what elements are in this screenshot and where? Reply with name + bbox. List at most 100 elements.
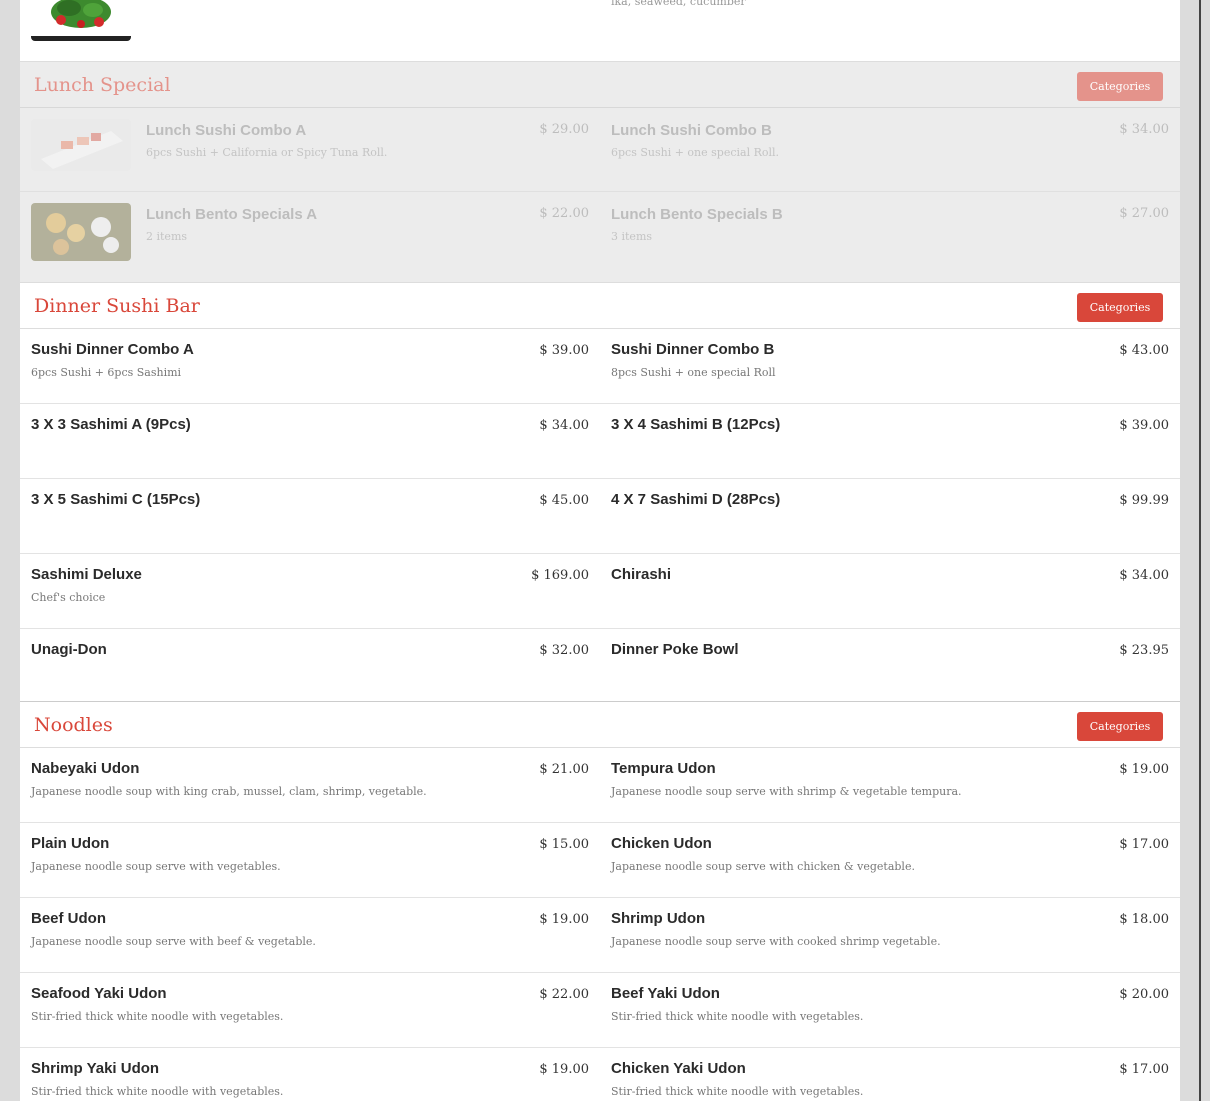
item-name: 3 X 4 Sashimi B (12Pcs): [611, 416, 781, 433]
menu-row: Sushi Dinner Combo A $ 39.00 6pcs Sushi …: [20, 329, 1180, 404]
item-price: $ 19.00: [539, 1062, 589, 1077]
item-price: $ 22.00: [539, 987, 589, 1002]
sushi-thumbnail: [31, 119, 131, 171]
menu-item[interactable]: Shrimp Udon $ 18.00 Japanese noodle soup…: [600, 898, 1180, 972]
page-frame: ika, seaweed, cucumber Lunch Special Cat…: [0, 0, 1201, 1101]
item-price: $ 34.00: [1119, 122, 1169, 137]
item-price: $ 23.95: [1119, 643, 1169, 658]
menu-row: Seafood Yaki Udon $ 22.00 Stir-fried thi…: [20, 973, 1180, 1048]
section-title: Noodles: [34, 714, 113, 736]
menu-item[interactable]: Chicken Udon $ 17.00 Japanese noodle sou…: [600, 823, 1180, 897]
item-name: Plain Udon: [31, 835, 110, 852]
item-description: Japanese noodle soup serve with beef & v…: [31, 935, 316, 948]
menu-item[interactable]: Plain Udon $ 15.00 Japanese noodle soup …: [20, 823, 600, 897]
section-noodles: Noodles Categories Nabeyaki Udon $ 21.00…: [20, 701, 1180, 1101]
item-price: $ 45.00: [539, 493, 589, 508]
menu-item[interactable]: Lunch Sushi Combo B $ 34.00 6pcs Sushi +…: [600, 108, 1180, 191]
menu-item[interactable]: 3 X 3 Sashimi A (9Pcs) $ 34.00: [20, 404, 600, 478]
item-description: Japanese noodle soup serve with vegetabl…: [31, 860, 281, 873]
item-name: Shrimp Yaki Udon: [31, 1060, 160, 1077]
item-description: Japanese noodle soup serve with shrimp &…: [611, 785, 962, 798]
menu-item[interactable]: Lunch Sushi Combo A $ 29.00 6pcs Sushi +…: [20, 108, 600, 191]
item-description: 8pcs Sushi + one special Roll: [611, 366, 776, 379]
menu-row: Beef Udon $ 19.00 Japanese noodle soup s…: [20, 898, 1180, 973]
menu-row: Nabeyaki Udon $ 21.00 Japanese noodle so…: [20, 748, 1180, 823]
menu-item[interactable]: Lunch Bento Specials B $ 27.00 3 items: [600, 192, 1180, 282]
item-description: Chef's choice: [31, 591, 106, 604]
item-price: $ 27.00: [1119, 206, 1169, 221]
item-name: Dinner Poke Bowl: [611, 641, 739, 658]
menu-item[interactable]: Beef Yaki Udon $ 20.00 Stir-fried thick …: [600, 973, 1180, 1047]
item-price: $ 39.00: [1119, 418, 1169, 433]
menu-item[interactable]: Beef Udon $ 19.00 Japanese noodle soup s…: [20, 898, 600, 972]
item-price: $ 19.00: [1119, 762, 1169, 777]
menu-row: Unagi-Don $ 32.00 Dinner Poke Bowl $ 23.…: [20, 629, 1180, 701]
menu-item[interactable]: Seafood Yaki Udon $ 22.00 Stir-fried thi…: [20, 973, 600, 1047]
item-description: ika, seaweed, cucumber: [611, 0, 746, 8]
item-name: Beef Yaki Udon: [611, 985, 720, 1002]
menu-item[interactable]: Lunch Bento Specials A $ 22.00 2 items: [20, 192, 600, 282]
item-price: $ 18.00: [1119, 912, 1169, 927]
item-name: Shrimp Udon: [611, 910, 706, 927]
menu-item[interactable]: Tempura Udon $ 19.00 Japanese noodle sou…: [600, 748, 1180, 822]
item-price: $ 19.00: [539, 912, 589, 927]
menu-item[interactable]: Nabeyaki Udon $ 21.00 Japanese noodle so…: [20, 748, 600, 822]
item-description: 6pcs Sushi + one special Roll.: [611, 146, 780, 159]
menu-item[interactable]: Sushi Dinner Combo A $ 39.00 6pcs Sushi …: [20, 329, 600, 403]
section-title: Lunch Special: [34, 74, 171, 96]
item-name: Sashimi Deluxe: [31, 566, 142, 583]
menu-item[interactable]: Chicken Yaki Udon $ 17.00 Stir-fried thi…: [600, 1048, 1180, 1101]
item-name: Nabeyaki Udon: [31, 760, 140, 777]
bento-thumbnail: [31, 203, 131, 261]
item-description: Japanese noodle soup serve with chicken …: [611, 860, 915, 873]
item-name: 4 X 7 Sashimi D (28Pcs): [611, 491, 781, 508]
menu-item[interactable]: Sashimi Deluxe $ 169.00 Chef's choice: [20, 554, 600, 628]
item-name: Chicken Yaki Udon: [611, 1060, 746, 1077]
item-price: $ 17.00: [1119, 837, 1169, 852]
partial-menu-row[interactable]: ika, seaweed, cucumber: [20, 0, 1180, 62]
item-name: Unagi-Don: [31, 641, 107, 658]
menu-row: Lunch Sushi Combo A $ 29.00 6pcs Sushi +…: [20, 108, 1180, 192]
item-description: 3 items: [611, 230, 653, 243]
menu-item[interactable]: 3 X 4 Sashimi B (12Pcs) $ 39.00: [600, 404, 1180, 478]
menu-content: ika, seaweed, cucumber Lunch Special Cat…: [20, 0, 1180, 1101]
item-description: Japanese noodle soup with king crab, mus…: [31, 785, 427, 798]
menu-row: 3 X 5 Sashimi C (15Pcs) $ 45.00 4 X 7 Sa…: [20, 479, 1180, 554]
section-dinner-sushi-bar: Dinner Sushi Bar Categories Sushi Dinner…: [20, 282, 1180, 701]
item-price: $ 22.00: [539, 206, 589, 221]
item-price: $ 21.00: [539, 762, 589, 777]
item-name: Chicken Udon: [611, 835, 712, 852]
item-price: $ 34.00: [1119, 568, 1169, 583]
menu-item[interactable]: 4 X 7 Sashimi D (28Pcs) $ 99.99: [600, 479, 1180, 553]
menu-item[interactable]: Shrimp Yaki Udon $ 19.00 Stir-fried thic…: [20, 1048, 600, 1101]
salad-thumbnail: [31, 0, 131, 41]
menu-item[interactable]: Chirashi $ 34.00: [600, 554, 1180, 628]
menu-row: Shrimp Yaki Udon $ 19.00 Stir-fried thic…: [20, 1048, 1180, 1101]
categories-button[interactable]: Categories: [1077, 293, 1163, 322]
item-description: Stir-fried thick white noodle with veget…: [31, 1085, 284, 1098]
item-name: Seafood Yaki Udon: [31, 985, 167, 1002]
menu-item[interactable]: Sushi Dinner Combo B $ 43.00 8pcs Sushi …: [600, 329, 1180, 403]
item-name: Lunch Bento Specials A: [146, 206, 318, 223]
item-name: Lunch Sushi Combo B: [611, 122, 772, 139]
menu-item[interactable]: 3 X 5 Sashimi C (15Pcs) $ 45.00: [20, 479, 600, 553]
item-price: $ 17.00: [1119, 1062, 1169, 1077]
item-name: 3 X 5 Sashimi C (15Pcs): [31, 491, 201, 508]
item-description: Japanese noodle soup serve with cooked s…: [611, 935, 941, 948]
item-description: 6pcs Sushi + California or Spicy Tuna Ro…: [146, 146, 388, 159]
categories-button[interactable]: Categories: [1077, 72, 1163, 101]
menu-row: 3 X 3 Sashimi A (9Pcs) $ 34.00 3 X 4 Sas…: [20, 404, 1180, 479]
section-header: Lunch Special Categories: [20, 62, 1180, 108]
item-price: $ 99.99: [1119, 493, 1169, 508]
categories-button[interactable]: Categories: [1077, 712, 1163, 741]
menu-item[interactable]: Dinner Poke Bowl $ 23.95: [600, 629, 1180, 701]
section-header: Noodles Categories: [20, 702, 1180, 748]
item-description: Stir-fried thick white noodle with veget…: [31, 1010, 284, 1023]
section-header: Dinner Sushi Bar Categories: [20, 283, 1180, 329]
menu-row: Lunch Bento Specials A $ 22.00 2 items L…: [20, 192, 1180, 282]
item-price: $ 32.00: [539, 643, 589, 658]
item-name: Beef Udon: [31, 910, 106, 927]
item-description: 2 items: [146, 230, 188, 243]
section-lunch-special: Lunch Special Categories Lunch Sushi Com…: [20, 62, 1180, 282]
menu-item[interactable]: Unagi-Don $ 32.00: [20, 629, 600, 701]
